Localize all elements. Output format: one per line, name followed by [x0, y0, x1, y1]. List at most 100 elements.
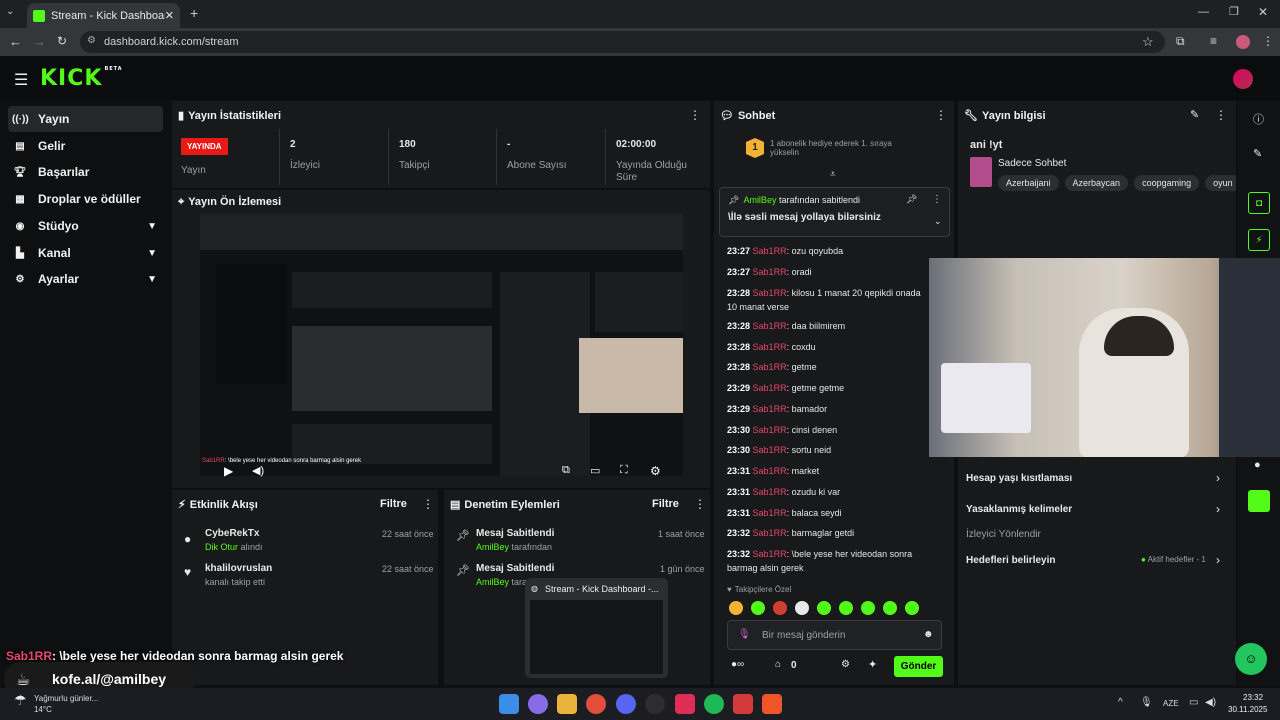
emote-icon[interactable] — [751, 601, 765, 615]
spotify-icon[interactable] — [704, 694, 724, 714]
discord-icon[interactable] — [616, 694, 636, 714]
theater-icon[interactable]: ▭ — [590, 464, 600, 477]
volume-icon[interactable]: ◀) — [1205, 697, 1216, 708]
chat-username[interactable]: Sab1RR — [753, 288, 787, 298]
windows-start-icon[interactable] — [499, 694, 519, 714]
sidebar-item-droplar[interactable]: ▦ Droplar ve ödüller — [8, 186, 163, 212]
moderation-user[interactable]: AmilBey — [476, 577, 509, 587]
chevron-right-icon[interactable]: › — [1216, 471, 1220, 485]
microphone-icon[interactable]: 🎙︎ — [738, 629, 751, 640]
tag-chip[interactable]: oyun — [1205, 175, 1236, 191]
browser-tab[interactable]: Stream - Kick Dashboard ✕ — [27, 3, 180, 28]
account-age-row[interactable]: Hesap yaşı kısıtlaması — [966, 473, 1072, 484]
camera-capture-icon[interactable]: ◘ — [1248, 192, 1270, 214]
tag-chip[interactable]: coopgaming — [1134, 175, 1200, 191]
address-input[interactable]: ⚙ dashboard.kick.com/stream — [80, 31, 1165, 53]
chat-username[interactable]: Sab1RR — [753, 362, 787, 372]
chevron-right-icon[interactable]: › — [1216, 502, 1220, 516]
chat-settings-icon[interactable]: ⚙ — [841, 659, 850, 670]
gift-leaderboard-text[interactable]: 1 abonelik hediye ederek 1. sıraya yükse… — [770, 139, 910, 157]
tf-icon[interactable] — [733, 694, 753, 714]
tab-search-icon[interactable]: ⌄ — [6, 6, 14, 17]
activity-user[interactable]: khalilovruslan — [205, 563, 272, 574]
pinned-user[interactable]: AmilBey — [743, 195, 776, 205]
kicks-icon[interactable]: ● — [1254, 459, 1261, 471]
chrome-icon[interactable] — [586, 694, 606, 714]
hamburger-menu-icon[interactable]: ☰ — [14, 70, 28, 90]
chevron-down-icon[interactable]: ⌄ — [934, 216, 942, 227]
mod-tools-icon[interactable]: ✦ — [868, 658, 877, 671]
chat-username[interactable]: Sab1RR — [753, 246, 787, 256]
raid-row[interactable]: İzleyici Yönlendir — [966, 529, 1041, 540]
emote-icon[interactable] — [817, 601, 831, 615]
chat-username[interactable]: Sab1RR — [753, 466, 787, 476]
new-tab-button[interactable]: + — [190, 5, 198, 21]
fullscreen-icon[interactable]: ⛶ — [620, 464, 628, 477]
tag-chip[interactable]: Azerbaijani — [998, 175, 1059, 191]
sidebar-item-studyo[interactable]: ◉ Stüdyo ▼ — [8, 213, 163, 239]
minimize-button[interactable]: — — [1198, 6, 1209, 18]
volume-icon[interactable]: ◀) — [252, 464, 264, 477]
edit-pencil-icon[interactable]: ✎ — [1253, 147, 1262, 160]
back-icon[interactable]: ← — [9, 34, 22, 49]
emoji-icon[interactable]: ☻ — [923, 629, 934, 640]
weather-icon[interactable]: ☂ — [14, 692, 27, 709]
stats-menu-icon[interactable]: ⋮ — [689, 108, 701, 122]
tiktok-icon[interactable] — [675, 694, 695, 714]
obs-icon[interactable] — [645, 694, 665, 714]
chat-menu-icon[interactable]: ⋮ — [935, 108, 947, 122]
moderation-filter-button[interactable]: Filtre — [652, 498, 679, 510]
maximize-button[interactable]: ❐ — [1229, 5, 1239, 18]
tag-chip[interactable]: Azerbaycan — [1064, 175, 1129, 191]
clip-icon[interactable] — [1248, 490, 1270, 512]
stream-preview-video[interactable]: Sab1RR: \bele yese her videodan sonra ba… — [200, 214, 683, 476]
emote-icon[interactable] — [905, 601, 919, 615]
chat-username[interactable]: Sab1RR — [753, 528, 787, 538]
chat-username[interactable]: Sab1RR — [753, 342, 787, 352]
emote-icon[interactable] — [729, 601, 743, 615]
emote-icon[interactable] — [773, 601, 787, 615]
send-button[interactable]: Gönder — [894, 656, 943, 677]
chat-username[interactable]: Sab1RR — [753, 445, 787, 455]
pinned-menu-icon[interactable]: ⋮ — [932, 194, 942, 205]
sidebar-item-ayarlar[interactable]: ⚙ Ayarlar ▼ — [8, 266, 163, 292]
store-icon[interactable]: ⌂ — [775, 659, 781, 670]
activity-user[interactable]: CybeRekTx — [205, 528, 259, 539]
info-icon[interactable]: ⓘ — [1253, 111, 1264, 127]
chat-username[interactable]: Sab1RR — [753, 383, 787, 393]
network-icon[interactable]: ▭ — [1189, 697, 1198, 708]
goals-row[interactable]: Hedefleri belirleyin — [966, 555, 1055, 566]
sidebar-item-kanal[interactable]: ▙ Kanal ▼ — [8, 240, 163, 266]
chevron-right-icon[interactable]: › — [1216, 553, 1220, 567]
tab-close-icon[interactable]: ✕ — [165, 9, 174, 22]
bookmark-star-icon[interactable]: ☆ — [1142, 34, 1154, 50]
emote-icon[interactable] — [861, 601, 875, 615]
category-name[interactable]: Sadece Sohbet — [998, 158, 1066, 169]
play-icon[interactable]: ▶ — [224, 464, 233, 478]
collapse-icon[interactable]: ⩡ — [830, 169, 836, 180]
sidebar-item-basarilar[interactable]: 🏆︎ Başarılar — [8, 159, 163, 185]
taskbar-thumbnail[interactable]: ◍ Stream - Kick Dashboard -... — [525, 578, 668, 678]
chat-username[interactable]: Sab1RR — [753, 321, 787, 331]
copilot-icon[interactable] — [528, 694, 548, 714]
window-close-button[interactable]: ✕ — [1258, 5, 1268, 19]
user-avatar[interactable] — [1233, 69, 1253, 89]
microphone-icon[interactable]: 🎙︎ — [1140, 697, 1153, 708]
extensions-icon[interactable]: ⧉ — [1176, 34, 1185, 49]
tray-chevron-icon[interactable]: ^ — [1118, 697, 1123, 708]
unpin-icon[interactable]: 📌︎ — [906, 194, 917, 205]
media-icon[interactable]: ≡ — [1210, 34, 1217, 48]
language-indicator[interactable]: AZE — [1163, 699, 1179, 708]
chat-username[interactable]: Sab1RR — [753, 487, 787, 497]
category-thumbnail[interactable] — [970, 157, 992, 187]
sidebar-item-gelir[interactable]: ▤ Gelir — [8, 133, 163, 159]
site-info-icon[interactable]: ⚙ — [87, 35, 96, 46]
banned-words-row[interactable]: Yasaklanmış kelimeler — [966, 504, 1072, 515]
activity-filter-button[interactable]: Filtre — [380, 498, 407, 510]
folder-icon[interactable] — [557, 694, 577, 714]
chat-username[interactable]: Sab1RR — [753, 508, 787, 518]
emote-icon[interactable] — [839, 601, 853, 615]
profile-avatar[interactable] — [1236, 35, 1250, 49]
reload-icon[interactable]: ↻ — [57, 34, 67, 48]
forward-icon[interactable]: → — [33, 34, 46, 49]
